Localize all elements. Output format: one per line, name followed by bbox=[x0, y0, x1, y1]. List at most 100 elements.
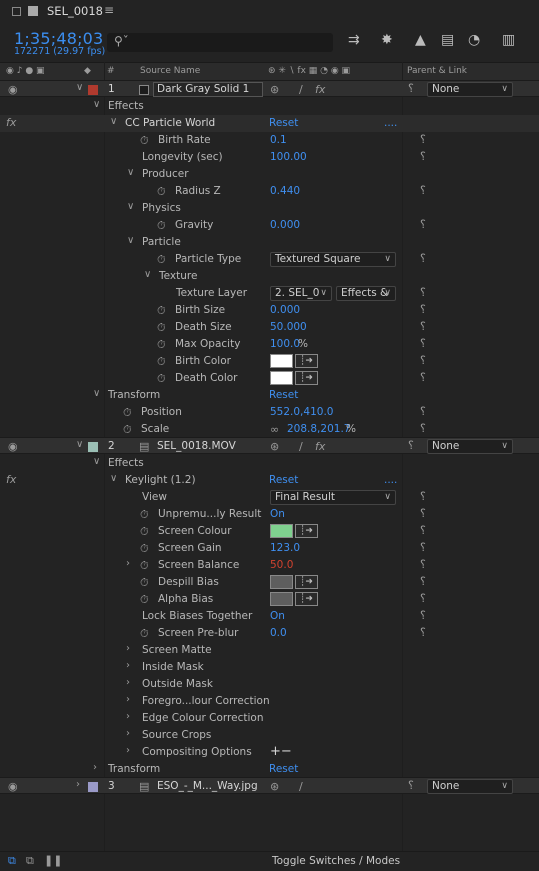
pick-whip-icon[interactable]: ؟ bbox=[420, 507, 426, 520]
pick-whip-icon[interactable]: ؟ bbox=[420, 405, 426, 418]
stopwatch-icon[interactable]: ⏱ bbox=[157, 253, 166, 267]
birth-color-swatch[interactable] bbox=[270, 354, 293, 368]
graph-editor-icon[interactable]: ▥ bbox=[502, 32, 515, 48]
pick-whip-icon[interactable]: ؟ bbox=[408, 439, 414, 452]
effects-group[interactable]: Effects bbox=[108, 457, 144, 469]
stopwatch-icon[interactable]: ⏱ bbox=[123, 406, 132, 420]
prop-value[interactable]: On bbox=[270, 508, 285, 520]
comp-mini-flowchart-icon[interactable]: ⇉ bbox=[348, 32, 360, 48]
eyedropper-icon[interactable]: ┊➜ bbox=[295, 371, 318, 385]
pick-whip-icon[interactable]: ؟ bbox=[420, 218, 426, 231]
label-color-swatch[interactable] bbox=[88, 85, 98, 95]
effect-name[interactable]: CC Particle World bbox=[125, 117, 215, 129]
label-color-swatch[interactable] bbox=[88, 782, 98, 792]
pick-whip-icon[interactable]: ؟ bbox=[420, 592, 426, 605]
pick-whip-icon[interactable]: ؟ bbox=[408, 779, 414, 792]
texture-source-dropdown[interactable]: Effects & ∨ bbox=[336, 286, 396, 301]
stopwatch-icon[interactable]: ⏱ bbox=[157, 304, 166, 318]
despill-bias-swatch[interactable] bbox=[270, 575, 293, 589]
pick-whip-icon[interactable]: ؟ bbox=[420, 184, 426, 197]
view-dropdown[interactable]: Final Result ∨ bbox=[270, 490, 396, 505]
group-label[interactable]: Screen Matte bbox=[142, 644, 212, 656]
transform-group[interactable]: Transform bbox=[108, 389, 160, 401]
effects-group[interactable]: Effects bbox=[108, 100, 144, 112]
expand-arrow-icon[interactable]: › bbox=[126, 558, 130, 569]
shy-switch-icon[interactable]: ⊛ bbox=[270, 440, 279, 453]
pick-whip-icon[interactable]: ؟ bbox=[420, 575, 426, 588]
quality-switch-icon[interactable]: ∕ bbox=[299, 83, 303, 96]
pick-whip-icon[interactable]: ؟ bbox=[420, 422, 426, 435]
group-label[interactable]: Source Crops bbox=[142, 729, 211, 741]
expand-arrow-icon[interactable]: ∨ bbox=[127, 235, 134, 246]
group-label[interactable]: Outside Mask bbox=[142, 678, 213, 690]
parent-dropdown[interactable]: None ∨ bbox=[427, 82, 513, 97]
expand-arrow-icon[interactable]: › bbox=[126, 643, 130, 654]
quality-switch-icon[interactable]: ∕ bbox=[299, 780, 303, 793]
stopwatch-icon[interactable]: ⏱ bbox=[140, 134, 149, 148]
eyedropper-icon[interactable]: ┊➜ bbox=[295, 354, 318, 368]
pick-whip-icon[interactable]: ؟ bbox=[420, 541, 426, 554]
frame-blending-icon[interactable]: ▤ bbox=[441, 32, 454, 48]
search-input[interactable]: ⚲ˇ bbox=[107, 33, 333, 52]
collapse-arrow-icon[interactable]: ∨ bbox=[76, 82, 83, 93]
expand-arrow-icon[interactable]: › bbox=[76, 779, 80, 790]
collapse-arrow-icon[interactable]: ∨ bbox=[76, 439, 83, 450]
stopwatch-icon[interactable]: ⏱ bbox=[140, 576, 149, 590]
transform-group[interactable]: Transform bbox=[108, 763, 160, 775]
pick-whip-icon[interactable]: ؟ bbox=[420, 626, 426, 639]
prop-value[interactable]: 100.0 bbox=[270, 338, 300, 350]
prop-value[interactable]: 123.0 bbox=[270, 542, 300, 554]
pick-whip-icon[interactable]: ؟ bbox=[420, 337, 426, 350]
stopwatch-icon[interactable]: ⏱ bbox=[140, 525, 149, 539]
shy-switch-icon[interactable]: ⊛ bbox=[270, 780, 279, 793]
pick-whip-icon[interactable]: ؟ bbox=[420, 609, 426, 622]
prop-value[interactable]: 50.0 bbox=[270, 559, 293, 571]
in-out-icon[interactable]: ❚❚ bbox=[44, 854, 62, 867]
group-label[interactable]: Foregro...lour Correction bbox=[142, 695, 270, 707]
pick-whip-icon[interactable]: ؟ bbox=[420, 320, 426, 333]
expand-arrow-icon[interactable]: ∨ bbox=[93, 99, 100, 110]
eyedropper-icon[interactable]: ┊➜ bbox=[295, 524, 318, 538]
group-label[interactable]: Physics bbox=[142, 202, 181, 214]
prop-value[interactable]: 100.00 bbox=[270, 151, 307, 163]
effect-switch-icon[interactable]: fx bbox=[315, 440, 325, 453]
prop-value[interactable]: On bbox=[270, 610, 285, 622]
prop-value[interactable]: 208.8,201.7 bbox=[287, 423, 350, 435]
comp-tab-title[interactable]: SEL_0018 bbox=[47, 4, 103, 18]
prop-value[interactable]: 0.1 bbox=[270, 134, 287, 146]
expand-arrow-icon[interactable]: ∨ bbox=[110, 116, 117, 127]
expand-arrow-icon[interactable]: › bbox=[126, 677, 130, 688]
stopwatch-icon[interactable]: ⏱ bbox=[157, 321, 166, 335]
stopwatch-icon[interactable]: ⏱ bbox=[157, 338, 166, 352]
stopwatch-icon[interactable]: ⏱ bbox=[140, 593, 149, 607]
pick-whip-icon[interactable]: ؟ bbox=[420, 524, 426, 537]
group-label[interactable]: Producer bbox=[142, 168, 189, 180]
layer-name[interactable]: ESO_-_M..._Way.jpg bbox=[157, 780, 258, 792]
toggle-switches-modes-button[interactable]: Toggle Switches / Modes bbox=[272, 855, 400, 867]
eyedropper-icon[interactable]: ┊➜ bbox=[295, 575, 318, 589]
expand-arrow-icon[interactable]: › bbox=[93, 762, 97, 773]
prop-value[interactable]: 552.0,410.0 bbox=[270, 406, 333, 418]
parent-dropdown[interactable]: None ∨ bbox=[427, 439, 513, 454]
effect-switch-icon[interactable]: fx bbox=[315, 83, 325, 96]
expand-arrow-icon[interactable]: › bbox=[126, 660, 130, 671]
pick-whip-icon[interactable]: ؟ bbox=[420, 303, 426, 316]
constrain-link-icon[interactable]: ∞ bbox=[270, 423, 279, 436]
fx-icon[interactable]: fx bbox=[6, 116, 16, 129]
layer-row[interactable]: ◉ ∨ 1 Dark Gray Solid 1 ⊛ ∕ fx ؟ None ∨ bbox=[0, 80, 539, 97]
group-label[interactable]: Edge Colour Correction bbox=[142, 712, 264, 724]
stopwatch-icon[interactable]: ⏱ bbox=[140, 508, 149, 522]
visibility-eye-icon[interactable]: ◉ bbox=[8, 440, 18, 453]
expand-arrow-icon[interactable]: ∨ bbox=[127, 167, 134, 178]
group-label[interactable]: Compositing Options bbox=[142, 746, 252, 758]
pick-whip-icon[interactable]: ؟ bbox=[408, 82, 414, 95]
label-color-swatch[interactable] bbox=[88, 442, 98, 452]
pick-whip-icon[interactable]: ؟ bbox=[420, 490, 426, 503]
stopwatch-icon[interactable]: ⏱ bbox=[140, 627, 149, 641]
av-features-icons[interactable]: ◉ ♪ ● ▣ bbox=[6, 66, 45, 76]
effect-name[interactable]: Keylight (1.2) bbox=[125, 474, 196, 486]
texture-layer-dropdown[interactable]: 2. SEL_0 ∨ bbox=[270, 286, 332, 301]
source-name-column[interactable]: Source Name bbox=[140, 66, 200, 76]
pick-whip-icon[interactable]: ؟ bbox=[420, 252, 426, 265]
prop-value[interactable]: 0.000 bbox=[270, 219, 300, 231]
